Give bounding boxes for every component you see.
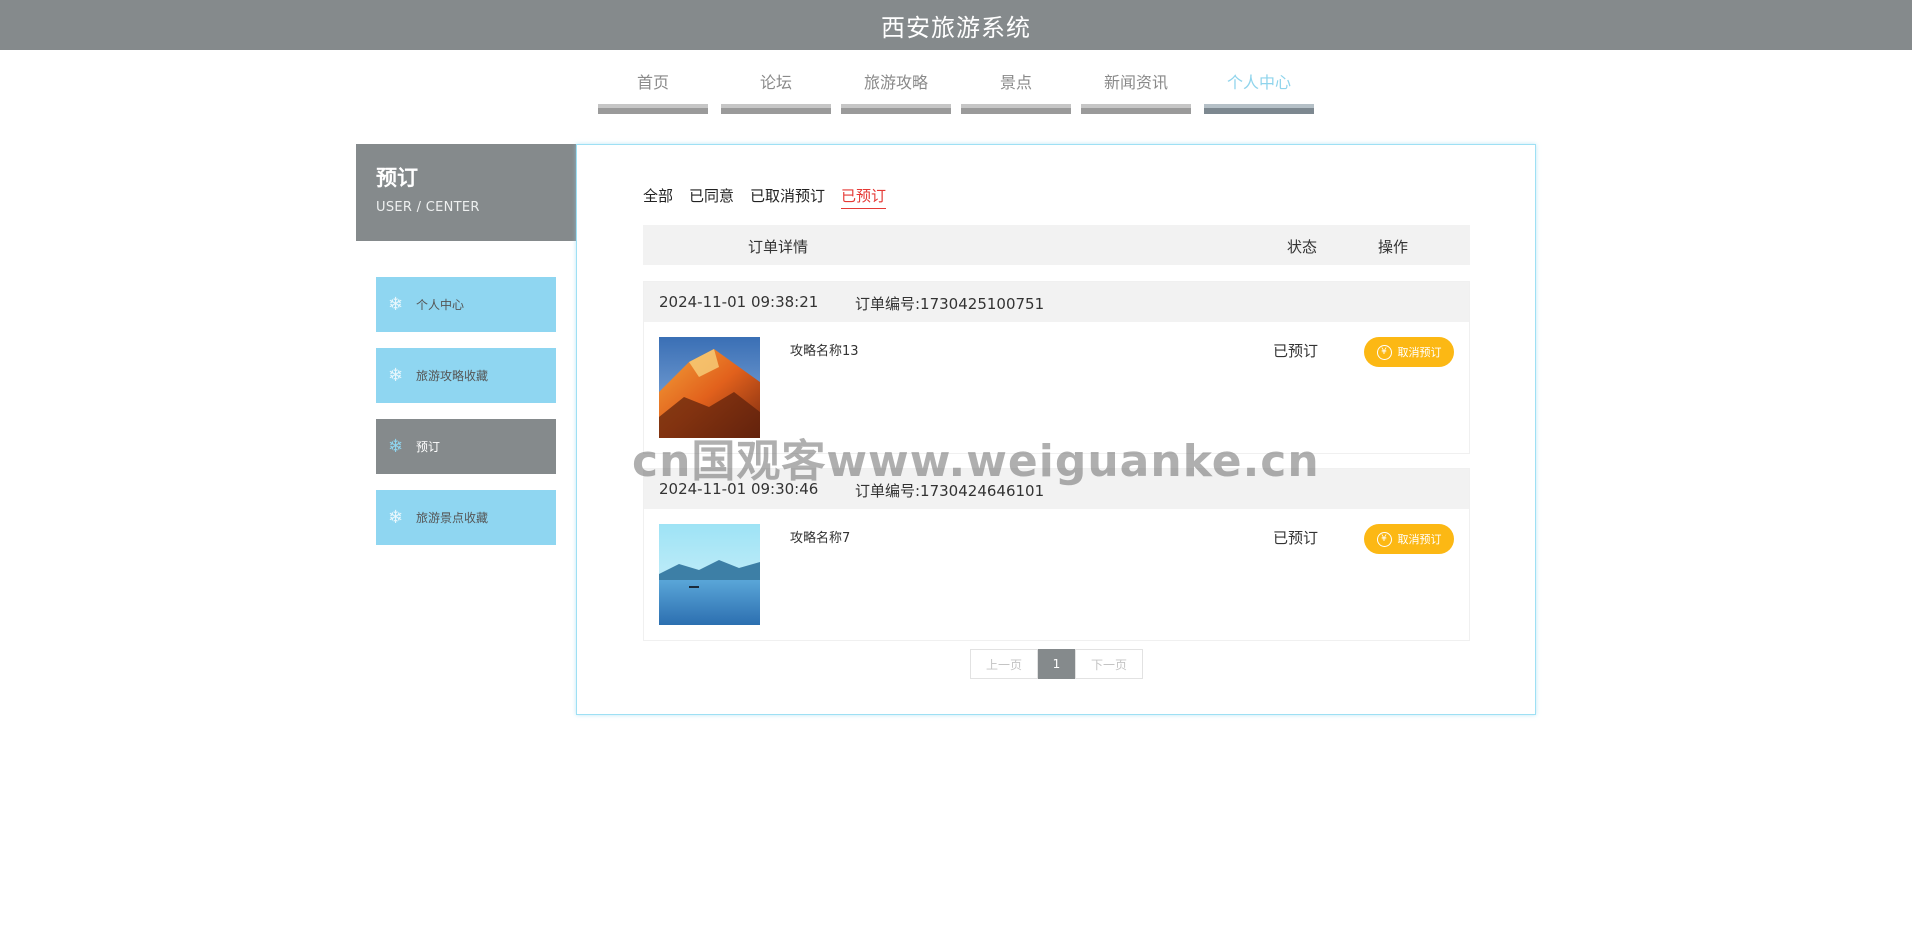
order-thumbnail[interactable] [659,524,760,625]
prev-page-button[interactable]: 上一页 [970,649,1038,679]
column-header-action: 操作 [1378,238,1409,256]
nav-item-news[interactable]: 新闻资讯 [1081,62,1191,114]
nav-item-bar [1204,104,1314,114]
cancel-booking-button[interactable]: ¥ 取消预订 [1364,524,1454,554]
status-tabs: 全部 已同意 已取消预订 已预订 [643,185,887,209]
nav-item-label: 首页 [636,73,669,92]
nav-item-forum[interactable]: 论坛 [721,62,831,114]
table-header: 订单详情 状态 操作 [643,225,1470,265]
tab-booked[interactable]: 已预订 [841,185,887,209]
nav-item-label: 论坛 [759,73,792,92]
nav-item-bar [841,104,951,114]
order-item-name: 攻略名称13 [790,344,859,359]
top-header: 西安旅游系统 [0,0,1912,50]
order-date: 2024-11-01 09:30:46 [659,480,819,498]
nav-item-bar [721,104,831,114]
sidebar-item-label: 旅游攻略收藏 [416,369,489,383]
sidebar-item-guide-favorites[interactable]: ❄ 旅游攻略收藏 [376,348,556,403]
pagination: 上一页 1 下一页 [970,649,1143,679]
tab-approved[interactable]: 已同意 [689,185,734,209]
tab-cancelled[interactable]: 已取消预订 [750,185,825,209]
order-number: 订单编号:1730424646101 [855,482,1045,500]
site-title: 西安旅游系统 [881,13,1031,42]
nav-item-guides[interactable]: 旅游攻略 [841,62,951,114]
cancel-booking-label: 取消预订 [1397,346,1442,359]
nav-item-bar [598,104,708,114]
order-status: 已预订 [1273,529,1319,547]
cancel-booking-label: 取消预订 [1397,533,1442,546]
nav-item-user-center[interactable]: 个人中心 [1204,62,1314,114]
sidebar-title: 预订 [376,166,418,190]
sidebar-item-label: 旅游景点收藏 [416,511,489,525]
sidebar-item-booking[interactable]: ❄ 预订 [376,419,556,474]
nav-item-bar [961,104,1071,114]
sidebar-item-label: 个人中心 [416,298,465,312]
snowflake-icon: ❄ [388,507,404,528]
tab-all[interactable]: 全部 [643,185,673,209]
column-header-status: 状态 [1287,238,1318,256]
nav-item-label: 旅游攻略 [863,73,928,92]
order-thumbnail[interactable] [659,337,760,438]
nav-item-bar [1081,104,1191,114]
order-row: 2024-11-01 09:30:46 订单编号:1730424646101 攻… [643,468,1470,641]
orders-panel: 全部 已同意 已取消预订 已预订 订单详情 状态 操作 2024-11-01 0… [576,144,1536,715]
yen-icon: ¥ [1376,531,1392,547]
cancel-booking-button[interactable]: ¥ 取消预订 [1364,337,1454,367]
snowflake-icon: ❄ [388,436,404,457]
order-status: 已预订 [1273,342,1319,360]
page-number-button[interactable]: 1 [1038,649,1075,679]
column-header-detail: 订单详情 [748,238,809,256]
next-page-button[interactable]: 下一页 [1075,649,1143,679]
order-row-header: 2024-11-01 09:38:21 订单编号:1730425100751 [644,282,1469,322]
nav-item-label: 景点 [999,73,1032,92]
snowflake-icon: ❄ [388,365,404,386]
lake-photo [659,524,760,625]
sidebar-item-label: 预订 [416,440,441,454]
order-item-name: 攻略名称7 [790,531,851,546]
order-date: 2024-11-01 09:38:21 [659,293,819,311]
order-row-header: 2024-11-01 09:30:46 订单编号:1730424646101 [644,469,1469,509]
snowflake-icon: ❄ [388,294,404,315]
nav-item-attractions[interactable]: 景点 [961,62,1071,114]
yen-icon: ¥ [1376,344,1392,360]
mountain-photo [659,337,760,438]
nav-item-label: 新闻资讯 [1103,73,1168,92]
sidebar-item-attraction-favorites[interactable]: ❄ 旅游景点收藏 [376,490,556,545]
order-row: 2024-11-01 09:38:21 订单编号:1730425100751 攻… [643,281,1470,454]
sidebar-item-user-center[interactable]: ❄ 个人中心 [376,277,556,332]
order-number: 订单编号:1730425100751 [855,295,1045,313]
nav-item-label: 个人中心 [1226,73,1291,92]
nav-item-home[interactable]: 首页 [598,62,708,114]
sidebar-header: 预订 USER / CENTER [356,144,576,241]
sidebar-subtitle: USER / CENTER [376,200,480,215]
